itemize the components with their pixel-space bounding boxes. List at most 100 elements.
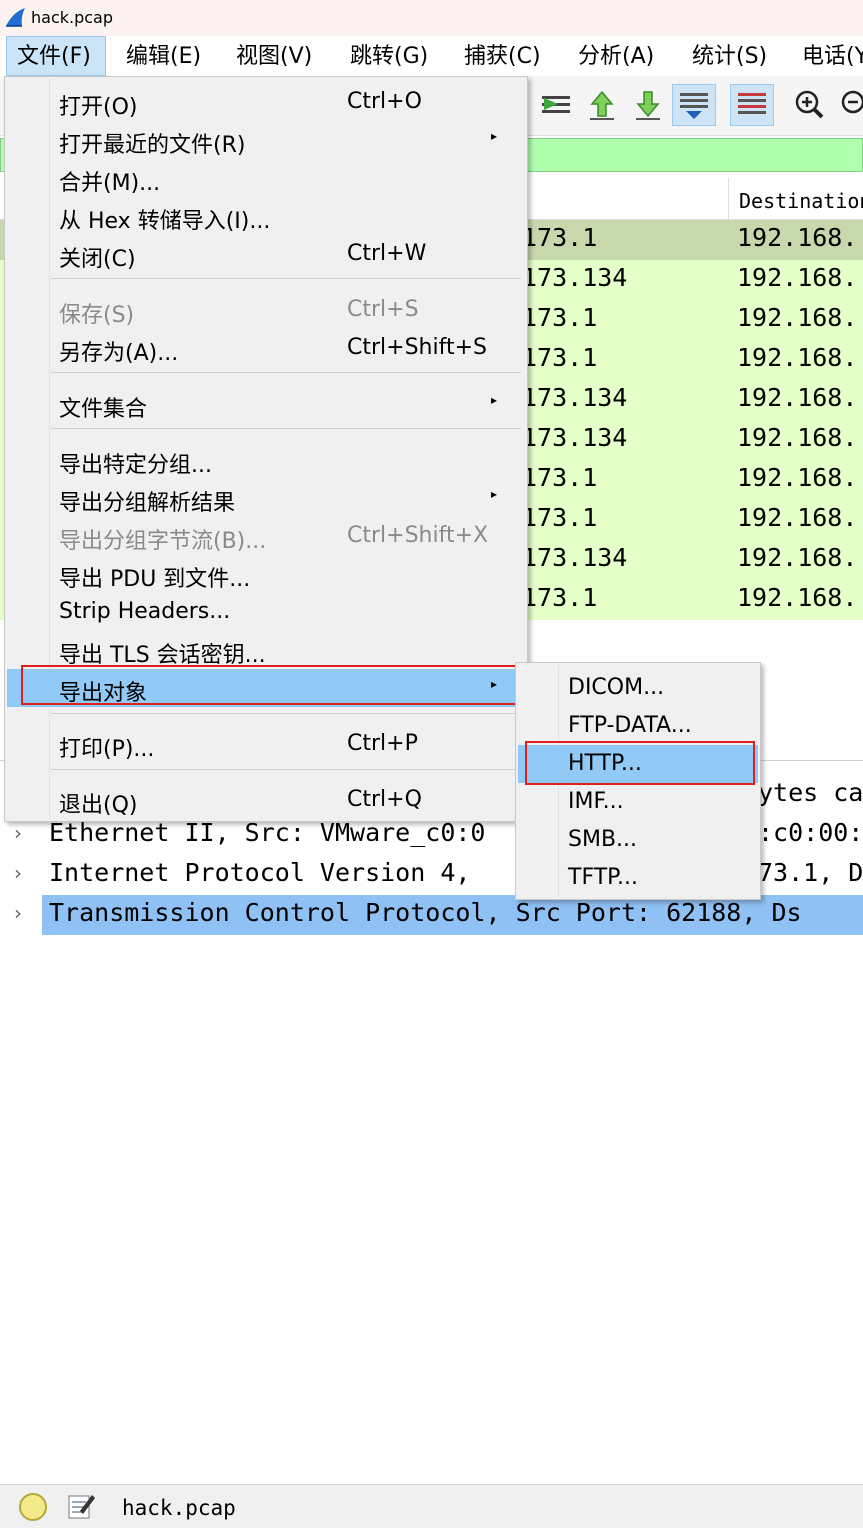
colorize-button[interactable]	[730, 84, 774, 126]
packet-src: 173.1	[522, 223, 598, 252]
packet-src: 173.134	[522, 383, 628, 412]
submenu-arrow-icon: ▸	[491, 393, 498, 407]
menu-item-export-dissections[interactable]: 导出分组解析结果 ▸	[7, 479, 525, 517]
zoom-out-icon	[841, 90, 863, 114]
packet-src: 173.134	[522, 543, 628, 572]
menu-item-label: 导出分组字节流(B)...	[59, 529, 267, 554]
menu-item-label: TFTP...	[568, 865, 638, 890]
packet-src: 173.1	[522, 583, 598, 612]
zoom-in-icon	[795, 90, 824, 119]
menu-item-save-as[interactable]: 另存为(A)... Ctrl+Shift+S	[7, 329, 525, 367]
menu-item-export-tls-keys[interactable]: 导出 TLS 会话密钥...	[7, 631, 525, 669]
menu-item-label: 保存(S)	[59, 303, 135, 328]
highlight-box	[21, 665, 517, 705]
export-objects-submenu: DICOM... FTP-DATA... HTTP... IMF... SMB.…	[515, 662, 761, 900]
menu-item-label: 打开(O)	[59, 95, 138, 120]
go-to-packet-icon	[542, 96, 570, 113]
menu-item-save: 保存(S) Ctrl+S	[7, 291, 525, 329]
auto-scroll-icon	[680, 93, 708, 119]
submenu-item-smb[interactable]: SMB...	[518, 821, 758, 859]
column-destination[interactable]: Destination	[728, 178, 863, 220]
title-bar: hack.pcap	[0, 0, 863, 36]
detail-ip-tail: 73.1, D	[758, 858, 863, 887]
packet-dst: 192.168.	[737, 463, 858, 492]
chevron-right-icon[interactable]: ›	[14, 861, 22, 885]
menu-item-label: FTP-DATA...	[568, 713, 692, 738]
menu-item-shortcut: Ctrl+S	[347, 297, 419, 322]
detail-ethernet-tail: :c0:00:	[758, 818, 863, 847]
go-to-packet-button[interactable]	[534, 84, 578, 126]
menu-item-import-hex[interactable]: 从 Hex 转储导入(I)...	[7, 197, 525, 235]
file-menu: 打开(O) Ctrl+O 打开最近的文件(R) ▸ 合并(M)... 从 Hex…	[4, 76, 528, 822]
colorize-icon	[738, 93, 766, 114]
menu-item-label: DICOM...	[568, 675, 665, 700]
menu-item-print[interactable]: 打印(P)... Ctrl+P	[7, 725, 525, 763]
packet-src: 173.134	[522, 423, 628, 452]
detail-ip-text: Internet Protocol Version 4,	[49, 858, 471, 887]
menu-statistics[interactable]: 统计(S)	[692, 42, 767, 72]
menu-item-shortcut: Ctrl+Q	[347, 787, 422, 812]
menu-item-label: 打印(P)...	[59, 737, 155, 762]
wireshark-fin-icon	[6, 8, 25, 27]
menu-view[interactable]: 视图(V)	[236, 42, 312, 72]
menu-file[interactable]: 文件(F)	[6, 36, 106, 76]
menu-capture[interactable]: 捕获(C)	[464, 42, 541, 72]
menu-telephony[interactable]: 电话(Y)	[802, 42, 863, 72]
status-file-name: hack.pcap	[122, 1496, 236, 1520]
previous-packet-button[interactable]	[580, 84, 624, 126]
zoom-in-button[interactable]	[788, 84, 832, 126]
menu-item-strip-headers[interactable]: Strip Headers...	[7, 593, 525, 631]
expert-info-indicator-icon[interactable]	[19, 1493, 47, 1521]
detail-ethernet-text: Ethernet II, Src: VMware_c0:0	[49, 818, 486, 847]
menu-item-open-recent[interactable]: 打开最近的文件(R) ▸	[7, 121, 525, 159]
menu-item-open[interactable]: 打开(O) Ctrl+O	[7, 83, 525, 121]
menu-analyze[interactable]: 分析(A)	[578, 42, 654, 72]
menu-separator	[51, 713, 521, 714]
menu-item-shortcut: Ctrl+Shift+X	[347, 523, 489, 548]
menu-separator	[51, 428, 521, 429]
auto-scroll-button[interactable]	[672, 84, 716, 126]
menu-item-export-pdu[interactable]: 导出 PDU 到文件...	[7, 555, 525, 593]
packet-dst: 192.168.	[737, 383, 858, 412]
menu-item-label: 退出(Q)	[59, 793, 138, 818]
next-packet-button[interactable]	[626, 84, 670, 126]
menu-item-quit[interactable]: 退出(Q) Ctrl+Q	[7, 781, 525, 819]
status-bar: hack.pcap	[0, 1484, 863, 1528]
submenu-item-ftp-data[interactable]: FTP-DATA...	[518, 707, 758, 745]
menu-item-label: 打开最近的文件(R)	[59, 133, 246, 158]
menu-item-merge[interactable]: 合并(M)...	[7, 159, 525, 197]
menu-edit[interactable]: 编辑(E)	[126, 42, 201, 72]
packet-src: 173.134	[522, 263, 628, 292]
menu-item-label: Strip Headers...	[59, 599, 231, 624]
menu-item-label: 另存为(A)...	[59, 341, 179, 366]
menu-item-label: 文件集合	[59, 397, 148, 422]
arrow-down-icon	[636, 91, 660, 120]
detail-tcp-text: Transmission Control Protocol, Src Port:…	[42, 895, 863, 935]
chevron-right-icon[interactable]: ›	[14, 901, 22, 925]
detail-frame-text: ytes ca	[758, 778, 863, 807]
menu-item-label: 导出特定分组...	[59, 453, 212, 478]
menu-bar: 文件(F) 编辑(E) 视图(V) 跳转(G) 捕获(C) 分析(A) 统计(S…	[0, 36, 863, 76]
submenu-item-tftp[interactable]: TFTP...	[518, 859, 758, 897]
menu-item-close[interactable]: 关闭(C) Ctrl+W	[7, 235, 525, 273]
zoom-out-button[interactable]	[834, 84, 863, 126]
packet-dst: 192.168.	[737, 583, 858, 612]
menu-item-file-set[interactable]: 文件集合 ▸	[7, 385, 525, 423]
arrow-up-icon	[590, 90, 614, 120]
detail-row-tcp[interactable]: › Transmission Control Protocol, Src Por…	[0, 895, 863, 935]
packet-dst: 192.168.	[737, 303, 858, 332]
menu-item-export-specified-packets[interactable]: 导出特定分组...	[7, 441, 525, 479]
submenu-item-dicom[interactable]: DICOM...	[518, 669, 758, 707]
menu-separator	[51, 278, 521, 279]
packet-src: 173.1	[522, 303, 598, 332]
menu-separator	[51, 769, 521, 770]
menu-item-label: 从 Hex 转储导入(I)...	[59, 209, 271, 234]
capture-comment-icon[interactable]	[66, 1491, 96, 1521]
submenu-arrow-icon: ▸	[491, 487, 498, 501]
menu-go[interactable]: 跳转(G)	[350, 42, 428, 72]
submenu-item-imf[interactable]: IMF...	[518, 783, 758, 821]
packet-dst: 192.168.	[737, 223, 858, 252]
packet-src: 173.1	[522, 343, 598, 372]
menu-item-label: SMB...	[568, 827, 638, 852]
chevron-right-icon[interactable]: ›	[14, 821, 22, 845]
